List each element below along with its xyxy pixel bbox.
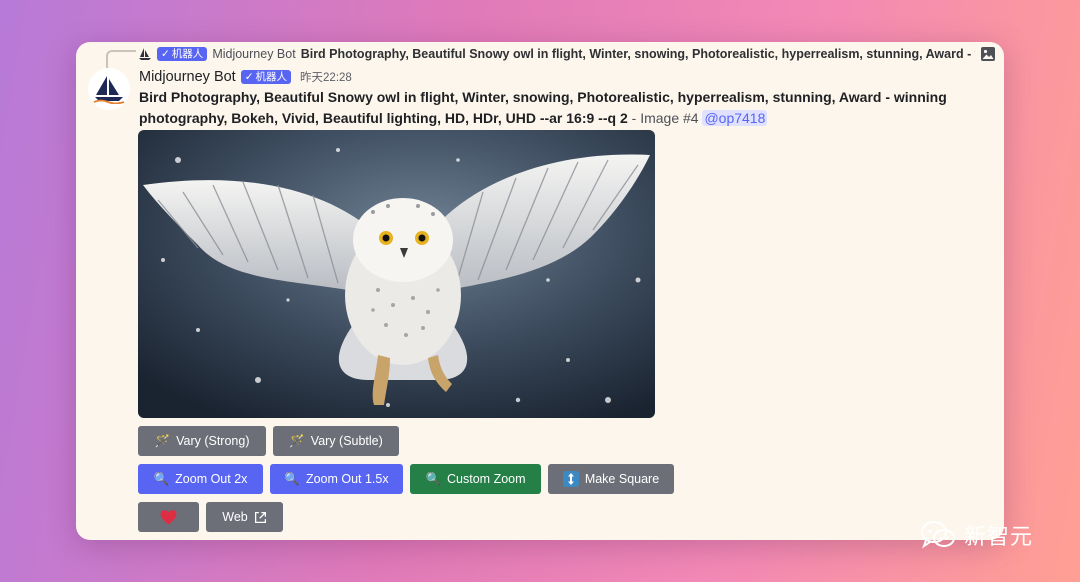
custom-zoom-button[interactable]: 🔍 Custom Zoom <box>410 464 541 494</box>
heart-icon <box>160 509 177 524</box>
bot-badge: ✓ 机器人 <box>157 46 208 62</box>
reply-reference[interactable]: ✓ 机器人 Midjourney Bot Bird Photography, Be… <box>138 44 996 64</box>
bot-badge-label: 机器人 <box>255 70 288 83</box>
bot-badge: ✓ 机器人 <box>240 69 292 85</box>
message-card: ✓ 机器人 Midjourney Bot Bird Photography, Be… <box>76 42 1004 540</box>
vary-strong-button[interactable]: 🪄 Vary (Strong) <box>138 426 266 456</box>
prompt-text: Bird Photography, Beautiful Snowy owl in… <box>139 89 947 126</box>
generated-image[interactable] <box>138 130 655 418</box>
web-label: Web <box>222 510 248 524</box>
bot-avatar[interactable] <box>88 68 130 110</box>
message-content: Bird Photography, Beautiful Snowy owl in… <box>139 87 959 129</box>
vary-subtle-button[interactable]: 🪄 Vary (Subtle) <box>273 426 399 456</box>
watermark: 新智元 <box>920 514 1033 556</box>
make-square-button[interactable]: Make Square <box>548 464 674 494</box>
make-square-label: Make Square <box>584 472 660 486</box>
external-link-icon <box>254 511 266 523</box>
custom-zoom-label: Custom Zoom <box>447 472 526 486</box>
sailboat-icon <box>139 48 151 60</box>
image-index: - Image #4 <box>627 110 703 126</box>
message-timestamp: 昨天22:28 <box>300 72 352 84</box>
reply-author[interactable]: Midjourney Bot <box>212 47 295 61</box>
bot-badge-label: 机器人 <box>171 47 204 60</box>
sailboat-icon <box>93 76 125 104</box>
check-icon: ✓ <box>161 47 170 60</box>
reply-spine <box>106 50 136 68</box>
favorite-button[interactable] <box>138 502 199 532</box>
check-icon: ✓ <box>244 70 254 83</box>
zoom-out-1-5x-label: Zoom Out 1.5x <box>305 472 389 486</box>
vary-strong-label: Vary (Strong) <box>176 434 250 448</box>
zoom-out-1-5x-button[interactable]: 🔍 Zoom Out 1.5x <box>270 464 403 494</box>
zoom-out-2x-button[interactable]: 🔍 Zoom Out 2x <box>138 464 263 494</box>
reply-text[interactable]: Bird Photography, Beautiful Snowy owl in… <box>301 47 975 61</box>
wechat-icon <box>921 521 955 549</box>
magic-wand-icon: 🪄 <box>154 433 171 448</box>
user-mention[interactable]: @op7418 <box>702 110 768 126</box>
message-author[interactable]: Midjourney Bot <box>139 69 236 85</box>
magnifier-icon: 🔍 <box>153 471 170 486</box>
message-header: Midjourney Bot ✓ 机器人 昨天22:28 <box>139 67 352 87</box>
magic-wand-icon: 🪄 <box>289 433 305 448</box>
web-button[interactable]: Web <box>206 502 283 532</box>
watermark-text: 新智元 <box>964 524 1034 549</box>
image-icon <box>981 47 995 61</box>
magnifier-icon: 🔍 <box>425 471 442 486</box>
magnifier-icon: 🔍 <box>284 471 300 486</box>
vary-subtle-label: Vary (Subtle) <box>310 434 383 448</box>
vertical-arrows-icon <box>562 471 579 487</box>
zoom-out-2x-label: Zoom Out 2x <box>175 472 248 486</box>
